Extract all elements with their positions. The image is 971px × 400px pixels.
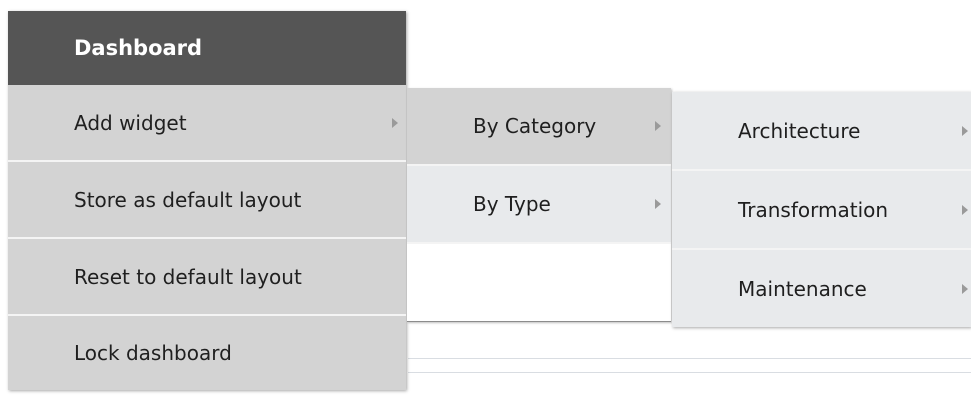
menu-item-label: Store as default layout (74, 187, 302, 212)
submenu-arrow-icon (962, 204, 968, 215)
submenu-arrow-icon (655, 121, 661, 131)
menu-item-label: Lock dashboard (74, 341, 232, 365)
submenu-item-transformation[interactable]: Transformation (672, 171, 971, 250)
submenu-arrow-icon (655, 199, 661, 209)
submenu-item-label: Maintenance (738, 276, 867, 301)
submenu-item-label: Architecture (738, 118, 861, 143)
submenu-item-label: Transformation (738, 197, 889, 222)
submenu-item-label: By Category (473, 114, 597, 138)
submenu-item-by-type[interactable]: By Type (407, 166, 671, 244)
add-widget-submenu: By Category By Type (407, 88, 671, 322)
menu-item-add-widget[interactable]: Add widget (8, 85, 406, 162)
submenu-arrow-icon (962, 125, 968, 136)
submenu-item-by-category[interactable]: By Category (407, 88, 671, 166)
dashboard-menu: Dashboard Add widget Store as default la… (8, 11, 406, 390)
dashboard-context-menu-area: Dashboard Add widget Store as default la… (0, 0, 971, 400)
menu-header: Dashboard (8, 11, 406, 85)
menu-item-store-default-layout[interactable]: Store as default layout (8, 162, 406, 239)
menu-item-reset-default-layout[interactable]: Reset to default layout (8, 239, 406, 316)
submenu-item-label: By Type (473, 192, 551, 216)
submenu-arrow-icon (962, 283, 968, 294)
by-category-submenu: Architecture Transformation Maintenance (672, 92, 971, 327)
background-divider (408, 372, 971, 373)
menu-item-label: Reset to default layout (74, 264, 302, 289)
submenu-item-maintenance[interactable]: Maintenance (672, 250, 971, 327)
background-divider (408, 358, 971, 359)
menu-item-lock-dashboard[interactable]: Lock dashboard (8, 316, 406, 390)
submenu-item-architecture[interactable]: Architecture (672, 92, 971, 171)
submenu-arrow-icon (392, 117, 398, 128)
menu-item-label: Add widget (74, 110, 187, 135)
